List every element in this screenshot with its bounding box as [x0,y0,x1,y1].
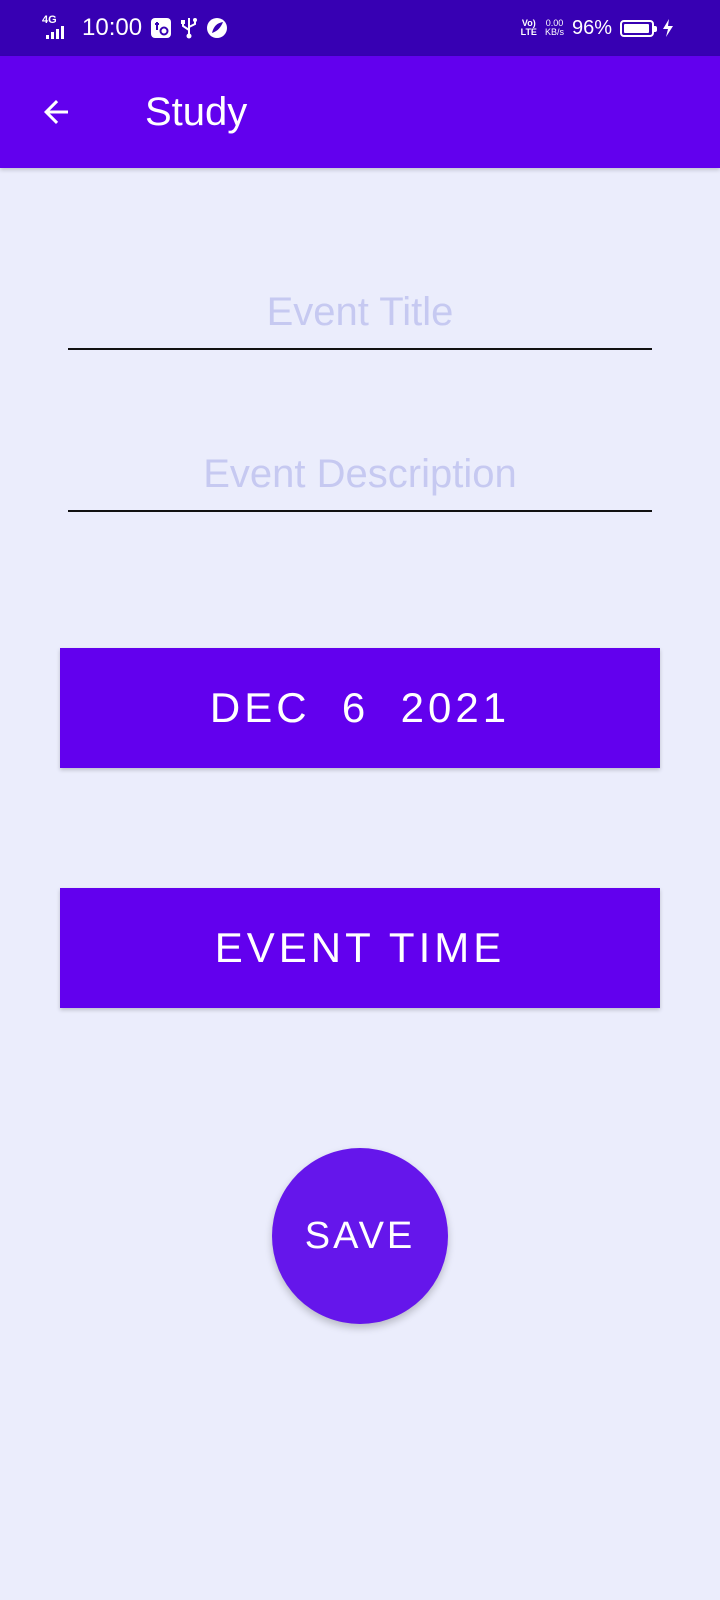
status-bar-right: Vo) LTE 0.00 KB/s 96% [521,0,674,56]
usb-debug-icon [150,17,172,39]
event-time-button[interactable]: EVENT TIME [60,888,660,1008]
usb-icon [180,16,198,40]
event-title-input[interactable] [68,276,652,348]
back-button[interactable] [28,84,84,140]
battery-icon [620,19,657,37]
charging-icon [662,18,674,38]
battery-level [624,23,649,33]
leaf-icon [206,17,228,39]
signal-icon: 4G [42,15,74,41]
arrow-left-icon [44,100,68,124]
save-button[interactable]: SAVE [272,1148,448,1324]
status-bar-left: 4G 10:00 [42,0,228,56]
app-bar: Study [0,56,720,168]
event-date-button[interactable]: DEC 6 2021 [60,648,660,768]
status-bar: 4G 10:00 Vo) LTE 0.00 KB/s 96% [0,0,720,56]
page-title: Study [145,90,248,134]
battery-percent: 96% [571,17,612,39]
network-type: 4G [42,14,57,26]
network-speed: 0.00 KB/s [544,18,564,37]
status-time: 10:00 [82,14,143,41]
volte-indicator: Vo) LTE [520,18,537,37]
event-title-field-container [68,276,652,350]
event-description-input[interactable] [68,438,652,510]
event-description-field-container [68,438,652,512]
